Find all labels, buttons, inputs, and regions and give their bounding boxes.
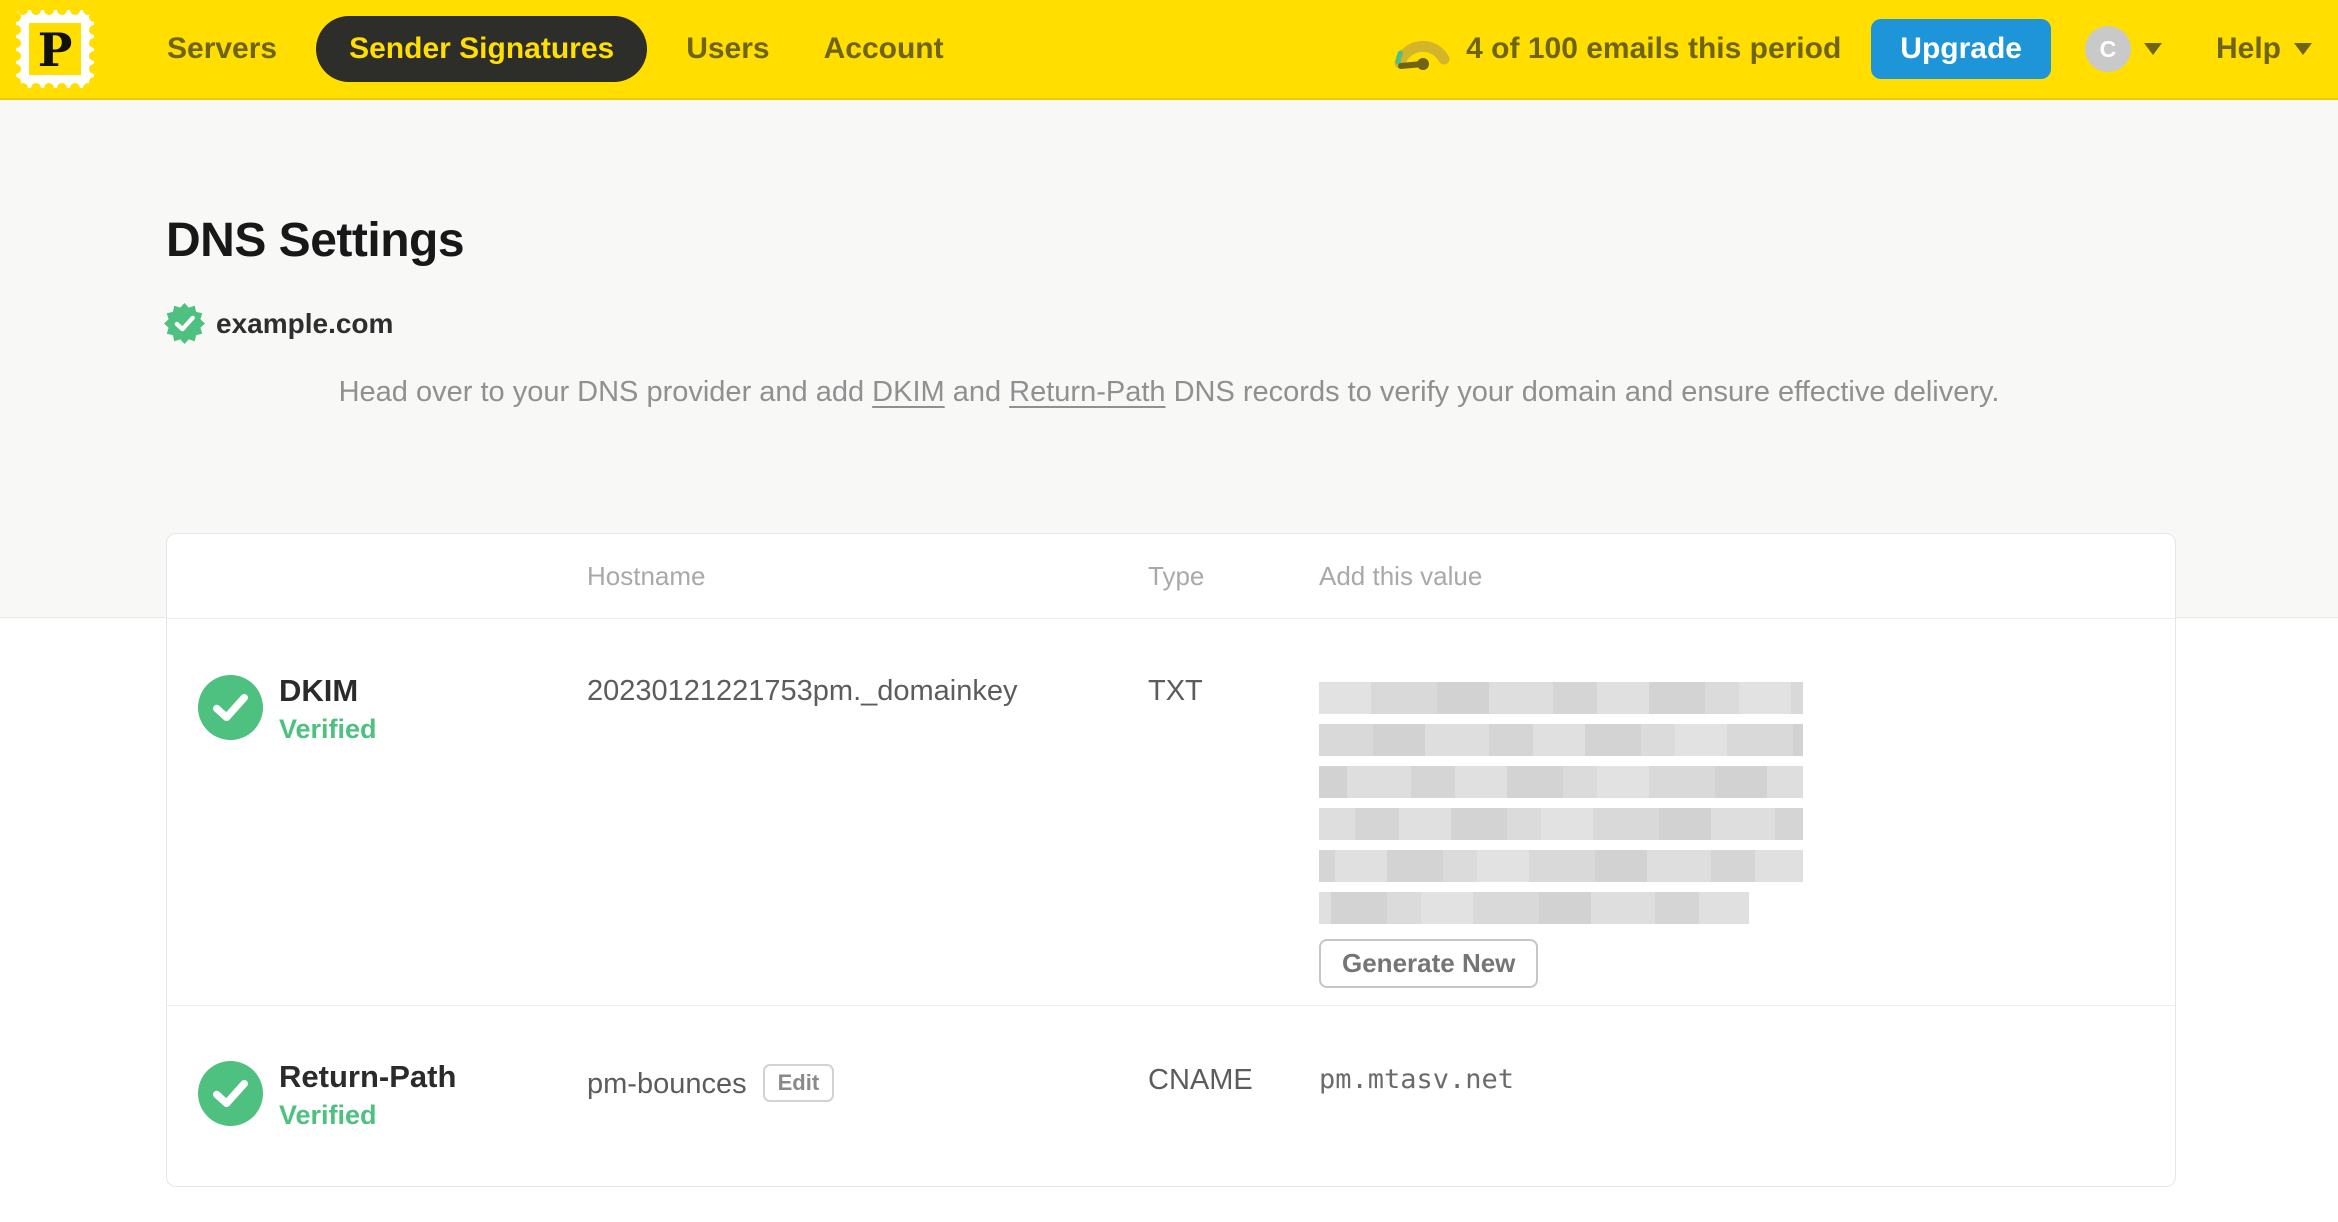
top-nav: P Servers Sender Signatures Users Accoun…: [0, 0, 2338, 100]
table-row-dkim: DKIM Verified 20230121221753pm._domainke…: [167, 619, 2175, 1005]
gauge-icon: [1394, 40, 1450, 70]
verified-check-icon: [198, 675, 263, 740]
return-path-status-texts: Return-Path Verified: [279, 1058, 456, 1132]
header-add-this-value: Add this value: [1319, 561, 1483, 591]
redacted-value-row: [1319, 724, 1803, 756]
status-badge: Verified: [279, 714, 377, 744]
dkim-status: DKIM Verified: [198, 672, 377, 746]
edit-button[interactable]: Edit: [762, 1064, 835, 1102]
redacted-value-row: [1319, 850, 1803, 882]
redacted-value-row: [1319, 892, 1749, 924]
account-menu[interactable]: C: [2084, 26, 2162, 72]
postmark-logo[interactable]: P: [16, 10, 94, 88]
nav-item-account[interactable]: Account: [797, 32, 971, 66]
verified-check-icon: [198, 1061, 263, 1126]
logo-letter: P: [38, 23, 73, 77]
avatar[interactable]: C: [2084, 26, 2131, 72]
primary-nav: Servers Sender Signatures Users Account: [140, 16, 971, 82]
return-path-status: Return-Path Verified: [198, 1058, 456, 1132]
return-path-link[interactable]: Return-Path: [1009, 376, 1165, 408]
redacted-value-row: [1319, 808, 1803, 840]
chevron-down-icon: [2294, 43, 2312, 55]
redacted-value-row: [1319, 766, 1803, 798]
help-menu[interactable]: Help: [2216, 32, 2312, 66]
usage-text: 4 of 100 emails this period: [1466, 32, 1842, 65]
table-header: Hostname Type Add this value: [167, 534, 2175, 619]
intro-suffix: DNS records to verify your domain and en…: [1165, 376, 2000, 408]
intro-text: Head over to your DNS provider and add D…: [0, 369, 2338, 416]
dkim-type: TXT: [1148, 675, 1203, 707]
dkim-status-texts: DKIM Verified: [279, 672, 377, 746]
dkim-hostname: 20230121221753pm._domainkey: [587, 675, 1018, 707]
return-path-hostname: pm-bounces Edit: [587, 1064, 835, 1102]
verified-domain: example.com: [164, 303, 393, 344]
nav-right-group: 4 of 100 emails this period Upgrade C He…: [1392, 19, 2312, 79]
intro-middle: and: [944, 376, 1010, 408]
intro-prefix: Head over to your DNS provider and add: [338, 376, 873, 408]
dkim-link[interactable]: DKIM: [872, 376, 945, 408]
verified-seal-icon: [164, 303, 205, 344]
return-path-type: CNAME: [1148, 1064, 1253, 1096]
dkim-value-redacted: Generate New: [1319, 682, 1803, 988]
redacted-value-row: [1319, 682, 1803, 714]
record-name: Return-Path: [279, 1059, 457, 1094]
nav-item-servers[interactable]: Servers: [140, 32, 304, 66]
dns-records-card: Hostname Type Add this value DKIM Verifi…: [166, 533, 2176, 1187]
nav-item-users[interactable]: Users: [659, 32, 796, 66]
domain-name: example.com: [216, 307, 394, 339]
chevron-down-icon: [2143, 43, 2162, 55]
return-path-hostname-text: pm-bounces: [587, 1068, 747, 1100]
return-path-value: pm.mtasv.net: [1319, 1064, 1515, 1095]
upgrade-button[interactable]: Upgrade: [1871, 19, 2051, 79]
header-type: Type: [1148, 561, 1205, 591]
help-label[interactable]: Help: [2216, 32, 2281, 66]
generate-new-button[interactable]: Generate New: [1319, 939, 1539, 988]
header-hostname: Hostname: [587, 561, 706, 591]
nav-item-sender-signatures[interactable]: Sender Signatures: [316, 16, 648, 82]
usage-meter: 4 of 100 emails this period: [1392, 27, 1841, 71]
record-name: DKIM: [279, 673, 359, 708]
page-title: DNS Settings: [166, 214, 465, 267]
status-badge: Verified: [279, 1100, 377, 1130]
table-row-return-path: Return-Path Verified pm-bounces Edit CNAM…: [167, 1005, 2175, 1187]
